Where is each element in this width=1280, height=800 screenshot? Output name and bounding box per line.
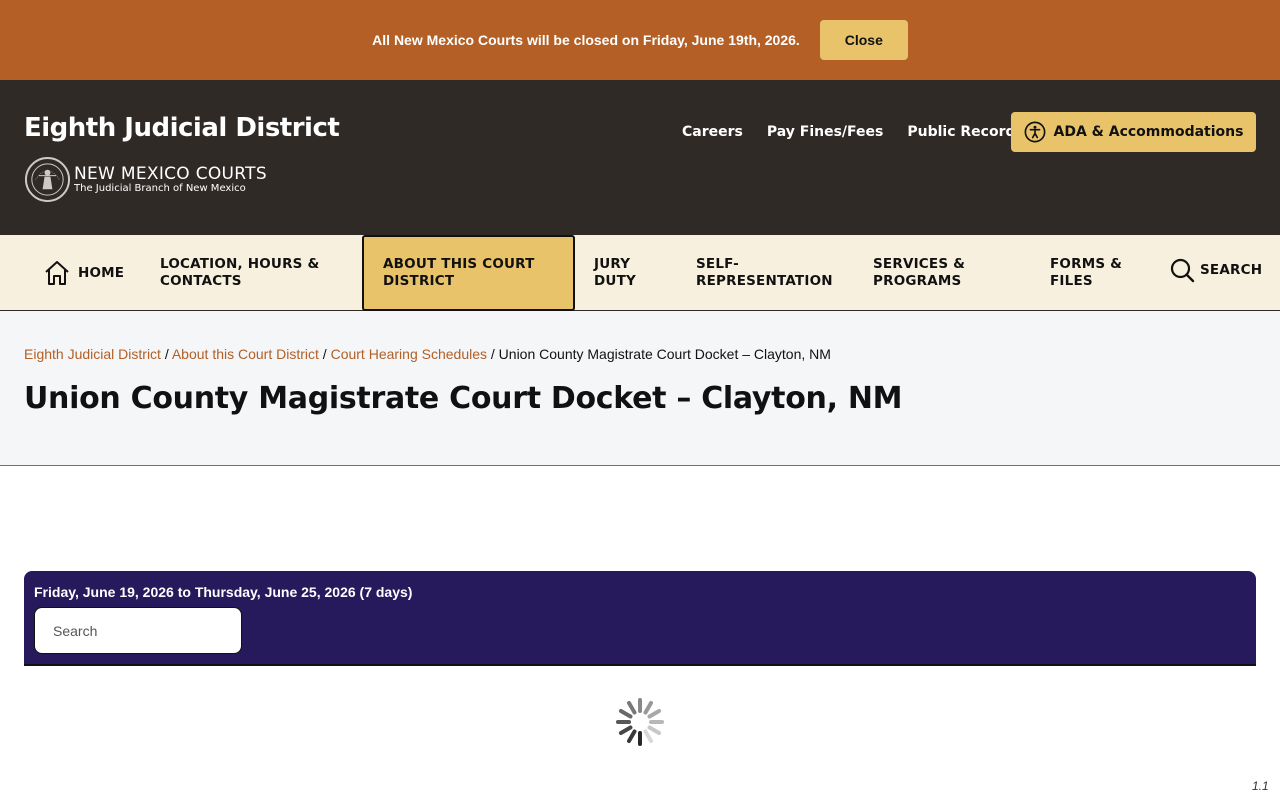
ada-button-label: ADA & Accommodations (1053, 124, 1244, 140)
court-seal-icon (24, 156, 71, 203)
ada-accommodations-button[interactable]: ADA & Accommodations (1011, 112, 1256, 152)
breadcrumb: Eighth Judicial District / About this Co… (24, 346, 831, 362)
nav-label-line: ABOUT THIS COURT (383, 256, 535, 272)
docket-to-word: to (177, 584, 191, 600)
nav-label-line: FORMS & (1050, 256, 1123, 272)
page-title: Union County Magistrate Court Docket – C… (24, 381, 903, 416)
breadcrumb-separator: / (487, 346, 499, 362)
nav-label-line: SERVICES & (873, 256, 966, 272)
nav-search[interactable]: SEARCH (1170, 232, 1262, 308)
breadcrumb-separator: / (318, 346, 331, 362)
logo-main-text: NEW MEXICO COURTS (74, 164, 267, 184)
nav-label-line: DUTY (594, 273, 636, 289)
breadcrumb-separator: / (160, 346, 172, 362)
nav-search-label: SEARCH (1200, 261, 1263, 278)
nav-home-label: HOME (78, 264, 125, 281)
nm-courts-logo[interactable]: NEW MEXICO COURTS The Judicial Branch of… (24, 156, 267, 203)
docket-date-from: Friday, June 19, 2026 (34, 584, 174, 600)
nav-label-line: LOCATION, HOURS & (160, 256, 320, 272)
nav-label-line: DISTRICT (383, 273, 455, 289)
spinner-spoke (618, 725, 633, 735)
nav-location-hours-contacts[interactable]: LOCATION, HOURS & CONTACTS (160, 235, 319, 311)
careers-link[interactable]: Careers (682, 124, 743, 140)
main-nav: HOME LOCATION, HOURS & CONTACTS ABOUT TH… (0, 235, 1280, 311)
alert-message: All New Mexico Courts will be closed on … (372, 32, 800, 48)
site-title[interactable]: Eighth Judicial District (24, 113, 340, 143)
public-records-link[interactable]: Public Records (907, 124, 1023, 140)
site-header: Eighth Judicial District NEW MEXICO COUR… (0, 80, 1280, 235)
nav-jury-duty[interactable]: JURY DUTY (594, 235, 636, 311)
accessibility-icon (1024, 121, 1045, 143)
closure-alert-bar: All New Mexico Courts will be closed on … (0, 0, 1280, 80)
nav-label-line: SELF- (696, 256, 739, 272)
alert-close-button[interactable]: Close (819, 20, 908, 60)
nav-about-this-court-district[interactable]: ABOUT THIS COURT DISTRICT (362, 235, 575, 311)
spinner-spoke (618, 709, 633, 719)
nav-label-line: REPRESENTATION (696, 273, 833, 289)
spinner-spoke (627, 700, 637, 715)
nav-forms-files[interactable]: FORMS & FILES (1050, 235, 1122, 311)
version-label: 1.1 (1252, 779, 1269, 793)
nav-label-line: JURY (594, 256, 631, 272)
spinner-spoke (643, 700, 653, 715)
docket-search-input[interactable] (34, 607, 242, 654)
spinner-spoke (647, 725, 662, 735)
page-header-area: Eighth Judicial District / About this Co… (0, 311, 1280, 466)
docket-days-count: (7 days) (359, 584, 413, 600)
nav-services-programs[interactable]: SERVICES & PROGRAMS (873, 235, 965, 311)
nav-home[interactable]: HOME (44, 235, 124, 311)
nav-label-line: PROGRAMS (873, 273, 962, 289)
spinner-spoke (647, 709, 662, 719)
docket-date-range: Friday, June 19, 2026 to Thursday, June … (34, 584, 412, 600)
utility-nav: Careers Pay Fines/Fees Public Records (682, 124, 1048, 140)
spinner-spoke (627, 729, 637, 744)
search-icon (1170, 258, 1195, 282)
breadcrumb-link[interactable]: Court Hearing Schedules (331, 346, 487, 362)
spinner-spoke (643, 729, 653, 744)
logo-sub-text: The Judicial Branch of New Mexico (74, 183, 246, 194)
docket-date-to: Thursday, June 25, 2026 (194, 584, 356, 600)
nav-label-line: CONTACTS (160, 273, 242, 289)
docket-panel: Friday, June 19, 2026 to Thursday, June … (24, 571, 1256, 666)
breadcrumb-link[interactable]: Eighth Judicial District (24, 346, 161, 362)
nav-self-representation[interactable]: SELF- REPRESENTATION (696, 235, 833, 311)
pay-fines-link[interactable]: Pay Fines/Fees (767, 124, 884, 140)
breadcrumb-current: Union County Magistrate Court Docket – C… (498, 346, 831, 362)
breadcrumb-link[interactable]: About this Court District (172, 346, 319, 362)
nav-label-line: FILES (1050, 273, 1093, 289)
loading-spinner-icon (616, 698, 664, 746)
home-icon (45, 261, 69, 285)
